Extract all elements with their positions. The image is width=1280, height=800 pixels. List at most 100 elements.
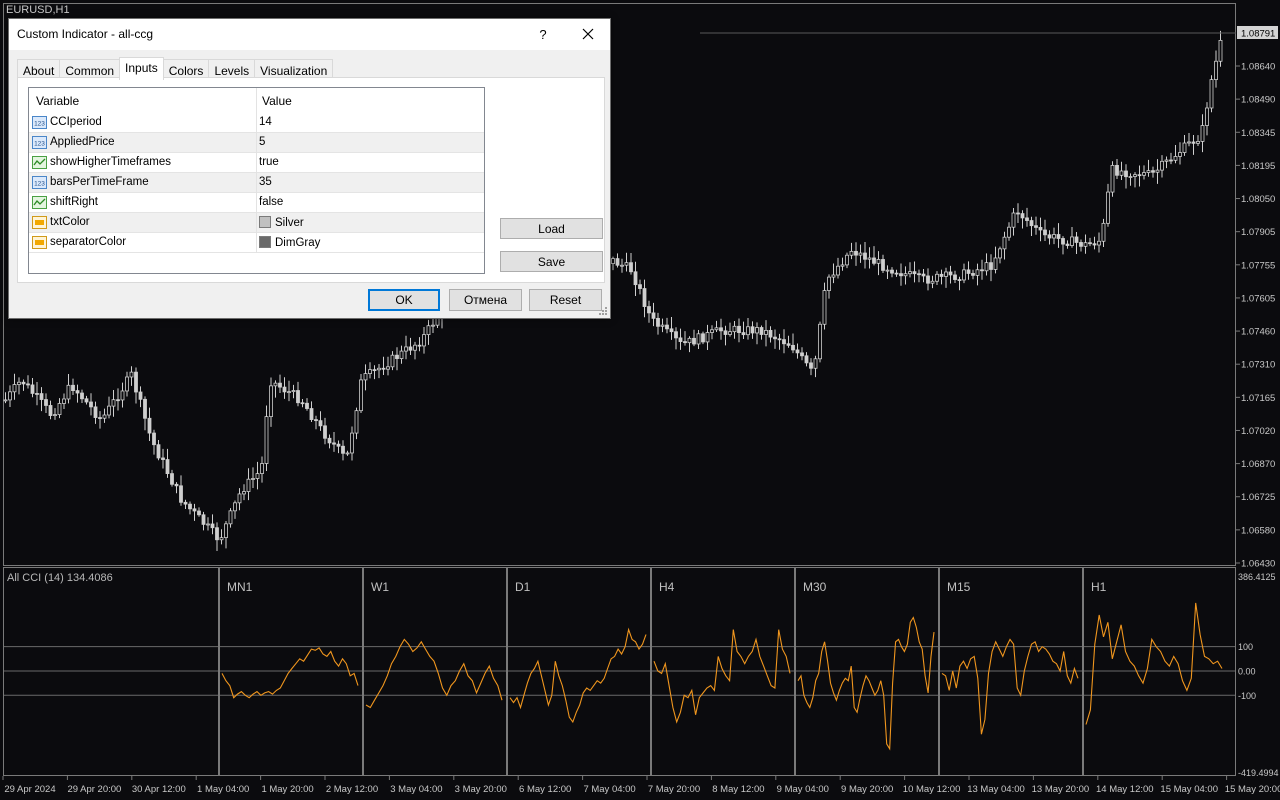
candle-body xyxy=(935,273,939,282)
resize-grip-icon[interactable] xyxy=(598,306,608,316)
variable-value[interactable]: Silver xyxy=(259,216,304,229)
price-tick-label: 1.06430 xyxy=(1241,559,1275,570)
table-row[interactable]: 123 CCIperiod 14 xyxy=(29,113,484,133)
cci-line-h1 xyxy=(1085,602,1223,725)
candle-body xyxy=(984,262,989,272)
candle-body xyxy=(930,280,935,284)
candle-body xyxy=(386,366,390,370)
cancel-button[interactable]: Отмена xyxy=(449,289,522,311)
time-axis: 29 Apr 2024 29 Apr 20:00 30 Apr 12:00 1 May… xyxy=(2,776,1280,795)
candle-body xyxy=(323,425,327,439)
column-header-value[interactable]: Value xyxy=(262,94,292,108)
candle-body xyxy=(381,367,386,370)
candle-body xyxy=(786,343,791,346)
close-button[interactable] xyxy=(573,23,603,45)
tab-levels[interactable]: Levels xyxy=(208,59,256,79)
reset-button[interactable]: Reset xyxy=(529,289,602,311)
candle-body xyxy=(408,346,413,351)
variable-value[interactable]: true xyxy=(259,156,279,168)
candle-body xyxy=(746,326,750,336)
variable-name: separatorColor xyxy=(50,236,127,248)
dialog-titlebar[interactable]: Custom Indicator - all-ccg ? xyxy=(9,19,610,50)
variable-value[interactable]: DimGray xyxy=(259,236,320,249)
candle-body xyxy=(1169,159,1173,162)
table-row[interactable]: shiftRight false xyxy=(29,193,484,213)
time-tick-label: 14 May 12:00 xyxy=(1096,784,1154,795)
load-button[interactable]: Load xyxy=(500,218,603,239)
time-tick-label: 30 Apr 12:00 xyxy=(132,784,186,795)
tab-about[interactable]: About xyxy=(17,59,61,79)
cci-line-w1 xyxy=(365,638,503,709)
color-swatch xyxy=(259,236,271,248)
cell-divider xyxy=(256,113,257,133)
cell-divider xyxy=(256,133,257,153)
variable-value[interactable]: 5 xyxy=(259,136,265,148)
candle-body xyxy=(1182,142,1187,153)
timeframe-label: M30 xyxy=(803,580,827,594)
candle-body xyxy=(417,344,422,347)
candle-body xyxy=(26,383,30,386)
candle-body xyxy=(233,502,237,512)
table-row[interactable]: showHigherTimeframes true xyxy=(29,153,484,173)
candle-body xyxy=(921,273,926,277)
candle-body xyxy=(1128,176,1133,178)
ok-button[interactable]: OK xyxy=(368,289,440,311)
candle-body xyxy=(341,445,345,454)
help-button[interactable]: ? xyxy=(528,23,558,45)
candle-body xyxy=(885,269,890,272)
candle-body xyxy=(836,265,840,276)
price-tick-label: 1.07020 xyxy=(1241,426,1275,437)
candle-body xyxy=(791,344,795,351)
variable-value[interactable]: 14 xyxy=(259,116,272,128)
candle-body xyxy=(908,271,912,275)
cci-scale-top: 386.4125 xyxy=(1238,572,1276,582)
cci-level-label: 100 xyxy=(1238,642,1253,652)
table-row[interactable]: txtColor Silver xyxy=(29,213,484,233)
candle-body xyxy=(1119,170,1124,176)
tab-visualization[interactable]: Visualization xyxy=(254,59,334,79)
candle-body xyxy=(710,329,714,333)
candle-body xyxy=(818,323,822,360)
candle-body xyxy=(1025,217,1029,221)
candle-body xyxy=(39,393,44,400)
tab-colors[interactable]: Colors xyxy=(162,59,210,79)
cell-divider xyxy=(256,173,257,193)
candle-body xyxy=(903,273,908,277)
candle-body xyxy=(30,384,35,394)
candle-body xyxy=(813,358,818,369)
candle-body xyxy=(1002,236,1007,250)
column-divider[interactable] xyxy=(256,88,257,113)
candle-body xyxy=(174,483,179,487)
tab-common[interactable]: Common xyxy=(59,59,121,79)
candle-body xyxy=(246,478,251,492)
time-tick-label: 3 May 20:00 xyxy=(455,784,507,795)
candle-body xyxy=(1137,174,1142,177)
candle-body xyxy=(633,271,638,286)
candle-body xyxy=(188,503,192,510)
variable-value[interactable]: false xyxy=(259,196,283,208)
variable-name: txtColor xyxy=(50,216,90,228)
table-row[interactable]: separatorColor DimGray xyxy=(29,233,484,253)
price-axis: 1.08640 1.08490 1.08345 1.08195 1.08050 1.079… xyxy=(700,26,1278,570)
candle-body xyxy=(1088,242,1092,245)
candle-body xyxy=(624,262,629,266)
table-row[interactable]: 123 AppliedPrice 5 xyxy=(29,133,484,153)
candle-body xyxy=(674,331,678,339)
table-row[interactable]: 123 barsPerTimeFrame 35 xyxy=(29,173,484,193)
tab-inputs[interactable]: Inputs xyxy=(119,57,164,80)
candle-body xyxy=(917,273,921,276)
save-button[interactable]: Save xyxy=(500,251,603,272)
svg-text:123: 123 xyxy=(34,121,45,128)
candle-body xyxy=(944,271,948,277)
candle-body xyxy=(939,273,944,277)
candle-body xyxy=(894,272,899,275)
candle-body xyxy=(332,442,336,445)
variable-value-text: false xyxy=(259,196,284,208)
color-icon xyxy=(32,236,47,249)
candle-body xyxy=(957,279,962,281)
candle-body xyxy=(255,473,260,479)
candle-body xyxy=(422,334,426,347)
current-price-label: 1.08791 xyxy=(1241,29,1275,40)
variable-value[interactable]: 35 xyxy=(259,176,272,188)
column-header-variable[interactable]: Variable xyxy=(36,94,79,108)
